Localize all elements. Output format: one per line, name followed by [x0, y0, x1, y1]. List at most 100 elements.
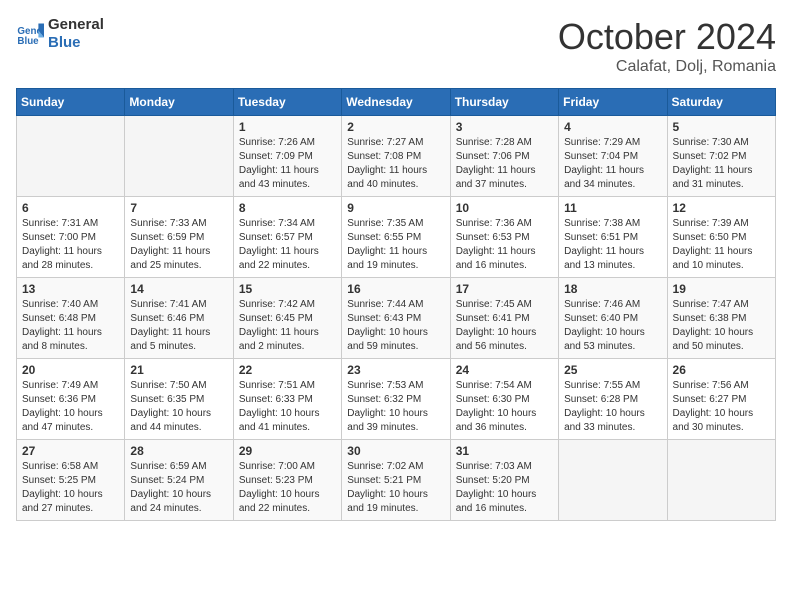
day-number: 4 [564, 120, 661, 134]
day-info: Sunrise: 7:55 AM Sunset: 6:28 PM Dayligh… [564, 379, 661, 435]
day-info: Sunrise: 7:39 AM Sunset: 6:50 PM Dayligh… [673, 217, 770, 273]
calendar-cell: 17Sunrise: 7:45 AM Sunset: 6:41 PM Dayli… [450, 278, 558, 359]
calendar-cell: 1 Sunrise: 7:26 AM Sunset: 7:09 PM Daylig… [233, 116, 341, 197]
calendar-cell: 25 Sunrise: 7:55 AM Sunset: 6:28 PM Dayli… [559, 359, 667, 440]
logo: General Blue General Blue [16, 16, 104, 52]
location-subtitle: Calafat, Dolj, Romania [558, 58, 776, 76]
day-info: Sunrise: 7:53 AM Sunset: 6:32 PM Dayligh… [347, 379, 444, 435]
day-info: Sunrise: 7:56 AM Sunset: 6:27 PM Dayligh… [673, 379, 770, 435]
calendar-cell: 23Sunrise: 7:53 AM Sunset: 6:32 PM Dayli… [342, 359, 450, 440]
calendar-week-row: 1 Sunrise: 7:26 AM Sunset: 7:09 PM Daylig… [17, 116, 776, 197]
day-number: 6 [22, 201, 119, 215]
day-info: Sunrise: 7:42 AM Sunset: 6:45 PM Dayligh… [239, 298, 336, 354]
day-info: Sunrise: 7:41 AM Sunset: 6:46 PM Dayligh… [130, 298, 227, 354]
day-number: 21 [130, 363, 227, 377]
day-number: 9 [347, 201, 444, 215]
calendar-cell: 24 Sunrise: 7:54 AM Sunset: 6:30 PM Dayli… [450, 359, 558, 440]
day-number: 12 [673, 201, 770, 215]
day-number: 18 [564, 282, 661, 296]
calendar-cell: 3 Sunrise: 7:28 AM Sunset: 7:06 PM Daylig… [450, 116, 558, 197]
calendar-cell: 9Sunrise: 7:35 AM Sunset: 6:55 PM Daylig… [342, 197, 450, 278]
page-header: General Blue General Blue October 2024 C… [16, 16, 776, 76]
calendar-cell: 28 Sunrise: 6:59 AM Sunset: 5:24 PM Dayli… [125, 440, 233, 521]
calendar-cell: 31 Sunrise: 7:03 AM Sunset: 5:20 PM Dayli… [450, 440, 558, 521]
day-number: 24 [456, 363, 553, 377]
logo-text-line2: Blue [48, 34, 104, 52]
month-title: October 2024 [558, 16, 776, 58]
calendar-cell [559, 440, 667, 521]
day-number: 2 [347, 120, 444, 134]
day-number: 13 [22, 282, 119, 296]
title-area: October 2024 Calafat, Dolj, Romania [558, 16, 776, 76]
day-info: Sunrise: 7:26 AM Sunset: 7:09 PM Dayligh… [239, 136, 336, 192]
day-info: Sunrise: 7:47 AM Sunset: 6:38 PM Dayligh… [673, 298, 770, 354]
calendar-cell: 6 Sunrise: 7:31 AM Sunset: 7:00 PM Daylig… [17, 197, 125, 278]
svg-text:Blue: Blue [17, 36, 39, 47]
header-thursday: Thursday [450, 89, 558, 116]
day-info: Sunrise: 7:38 AM Sunset: 6:51 PM Dayligh… [564, 217, 661, 273]
day-number: 31 [456, 444, 553, 458]
calendar-cell: 8Sunrise: 7:34 AM Sunset: 6:57 PM Daylig… [233, 197, 341, 278]
day-number: 19 [673, 282, 770, 296]
calendar-cell: 2 Sunrise: 7:27 AM Sunset: 7:08 PM Daylig… [342, 116, 450, 197]
day-number: 7 [130, 201, 227, 215]
day-info: Sunrise: 7:27 AM Sunset: 7:08 PM Dayligh… [347, 136, 444, 192]
day-info: Sunrise: 7:54 AM Sunset: 6:30 PM Dayligh… [456, 379, 553, 435]
day-number: 3 [456, 120, 553, 134]
calendar-cell: 14 Sunrise: 7:41 AM Sunset: 6:46 PM Dayli… [125, 278, 233, 359]
day-info: Sunrise: 7:45 AM Sunset: 6:41 PM Dayligh… [456, 298, 553, 354]
calendar-table: SundayMondayTuesdayWednesdayThursdayFrid… [16, 88, 776, 521]
day-info: Sunrise: 7:02 AM Sunset: 5:21 PM Dayligh… [347, 460, 444, 516]
day-number: 15 [239, 282, 336, 296]
day-number: 22 [239, 363, 336, 377]
day-number: 28 [130, 444, 227, 458]
header-monday: Monday [125, 89, 233, 116]
day-info: Sunrise: 7:29 AM Sunset: 7:04 PM Dayligh… [564, 136, 661, 192]
day-number: 16 [347, 282, 444, 296]
calendar-cell: 22 Sunrise: 7:51 AM Sunset: 6:33 PM Dayli… [233, 359, 341, 440]
calendar-week-row: 13Sunrise: 7:40 AM Sunset: 6:48 PM Dayli… [17, 278, 776, 359]
calendar-cell: 16Sunrise: 7:44 AM Sunset: 6:43 PM Dayli… [342, 278, 450, 359]
header-saturday: Saturday [667, 89, 775, 116]
calendar-cell: 19 Sunrise: 7:47 AM Sunset: 6:38 PM Dayli… [667, 278, 775, 359]
day-info: Sunrise: 7:46 AM Sunset: 6:40 PM Dayligh… [564, 298, 661, 354]
calendar-cell: 26Sunrise: 7:56 AM Sunset: 6:27 PM Dayli… [667, 359, 775, 440]
calendar-week-row: 27Sunrise: 6:58 AM Sunset: 5:25 PM Dayli… [17, 440, 776, 521]
header-sunday: Sunday [17, 89, 125, 116]
logo-text-line1: General [48, 16, 104, 34]
day-number: 20 [22, 363, 119, 377]
calendar-header-row: SundayMondayTuesdayWednesdayThursdayFrid… [17, 89, 776, 116]
day-number: 1 [239, 120, 336, 134]
header-friday: Friday [559, 89, 667, 116]
day-info: Sunrise: 7:31 AM Sunset: 7:00 PM Dayligh… [22, 217, 119, 273]
day-info: Sunrise: 7:50 AM Sunset: 6:35 PM Dayligh… [130, 379, 227, 435]
calendar-cell: 4 Sunrise: 7:29 AM Sunset: 7:04 PM Daylig… [559, 116, 667, 197]
day-info: Sunrise: 7:36 AM Sunset: 6:53 PM Dayligh… [456, 217, 553, 273]
day-info: Sunrise: 7:28 AM Sunset: 7:06 PM Dayligh… [456, 136, 553, 192]
day-number: 25 [564, 363, 661, 377]
day-number: 30 [347, 444, 444, 458]
day-number: 11 [564, 201, 661, 215]
header-wednesday: Wednesday [342, 89, 450, 116]
day-number: 14 [130, 282, 227, 296]
calendar-cell: 15 Sunrise: 7:42 AM Sunset: 6:45 PM Dayli… [233, 278, 341, 359]
calendar-cell: 13Sunrise: 7:40 AM Sunset: 6:48 PM Dayli… [17, 278, 125, 359]
calendar-cell: 11 Sunrise: 7:38 AM Sunset: 6:51 PM Dayli… [559, 197, 667, 278]
calendar-cell: 21 Sunrise: 7:50 AM Sunset: 6:35 PM Dayli… [125, 359, 233, 440]
calendar-week-row: 20Sunrise: 7:49 AM Sunset: 6:36 PM Dayli… [17, 359, 776, 440]
day-info: Sunrise: 6:59 AM Sunset: 5:24 PM Dayligh… [130, 460, 227, 516]
calendar-cell: 20Sunrise: 7:49 AM Sunset: 6:36 PM Dayli… [17, 359, 125, 440]
calendar-cell [17, 116, 125, 197]
day-number: 29 [239, 444, 336, 458]
calendar-cell: 7Sunrise: 7:33 AM Sunset: 6:59 PM Daylig… [125, 197, 233, 278]
day-info: Sunrise: 6:58 AM Sunset: 5:25 PM Dayligh… [22, 460, 119, 516]
calendar-cell: 10Sunrise: 7:36 AM Sunset: 6:53 PM Dayli… [450, 197, 558, 278]
day-number: 5 [673, 120, 770, 134]
calendar-cell [125, 116, 233, 197]
day-info: Sunrise: 7:51 AM Sunset: 6:33 PM Dayligh… [239, 379, 336, 435]
day-number: 8 [239, 201, 336, 215]
day-info: Sunrise: 7:03 AM Sunset: 5:20 PM Dayligh… [456, 460, 553, 516]
day-info: Sunrise: 7:30 AM Sunset: 7:02 PM Dayligh… [673, 136, 770, 192]
calendar-cell [667, 440, 775, 521]
logo-icon: General Blue [16, 20, 44, 48]
